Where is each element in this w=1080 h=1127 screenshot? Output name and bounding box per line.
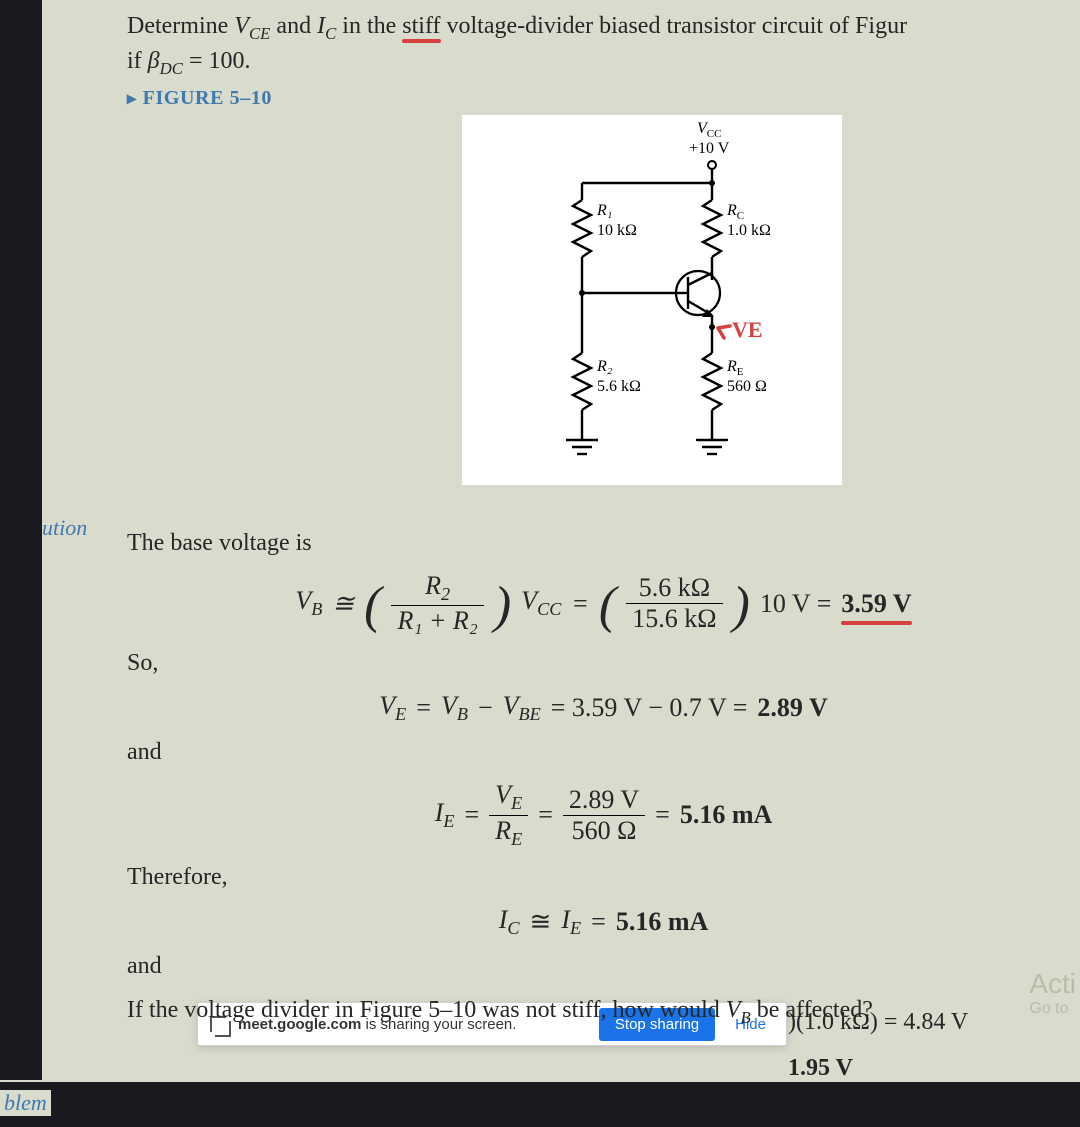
svg-text:1.0 kΩ: 1.0 kΩ (727, 222, 771, 239)
margin-label-solution: ution (42, 515, 87, 541)
window-left-border (0, 0, 42, 1080)
related-problem: If the voltage divider in Figure 5–10 wa… (127, 997, 1070, 1028)
svg-text:5.6 kΩ: 5.6 kΩ (597, 378, 641, 395)
ground-icon-left (566, 440, 598, 454)
annotation-ve: VE (732, 317, 763, 342)
annotation-stiff: stiff (402, 13, 440, 39)
ground-icon-right (696, 440, 728, 454)
svg-text:10 kΩ: 10 kΩ (597, 222, 637, 239)
svg-text:RC: RC (726, 202, 744, 222)
vcc-label: VCC (697, 120, 721, 140)
svg-text:R₂: R₂ (596, 358, 613, 375)
solution-intro: The base voltage is (127, 530, 1080, 557)
equation-ie: IE = VE RE = 2.89 V 560 Ω = 5.16 mA (127, 780, 1080, 849)
result-vb: 3.59 V (841, 589, 911, 619)
equation-ve: VE = VB − VBE = 3.59 V − 0.7 V = 2.89 V (127, 691, 1080, 725)
svg-text:RE: RE (726, 358, 744, 378)
svg-text:560 Ω: 560 Ω (727, 378, 767, 395)
equation-vb: VB ≅ ( R2 R₁ + R₂ ) VCC = ( 5.6 kΩ 15.6 … (127, 571, 1080, 636)
figure-label: FIGURE 5–10 (127, 87, 1080, 110)
vcc-value: +10 V (689, 140, 730, 157)
solution-body: The base voltage is VB ≅ ( R2 R₁ + R₂ ) … (127, 530, 1080, 980)
problem-statement: Determine VCE and IC in the stiff voltag… (127, 10, 1080, 81)
svg-text:R₁: R₁ (596, 202, 612, 219)
circuit-figure: VCC +10 V R₁ 10 kΩ RC 1.0 kΩ (462, 115, 842, 485)
equation-ic: IC ≅ IE = 5.16 mA (127, 905, 1080, 939)
textbook-page: Determine VCE and IC in the stiff voltag… (42, 0, 1080, 1080)
margin-label-problem: blem (0, 1090, 51, 1116)
